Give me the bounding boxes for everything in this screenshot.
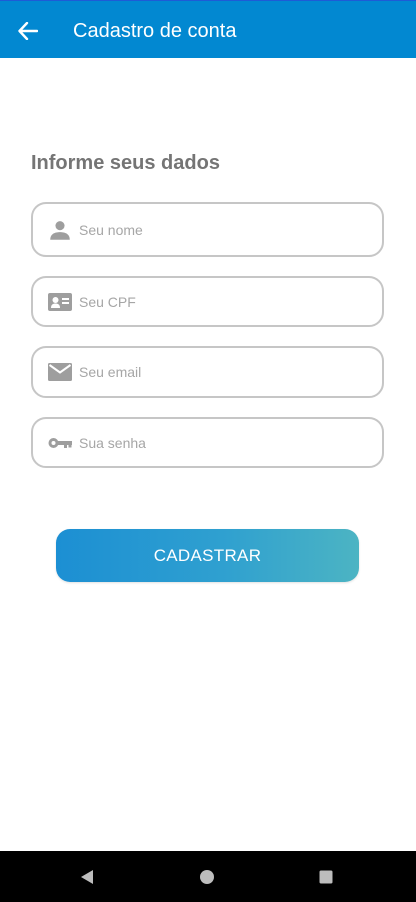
page-title: Cadastro de conta [73,20,237,42]
section-title: Informe seus dados [31,152,220,174]
password-input[interactable] [79,419,369,466]
back-triangle-icon[interactable] [67,851,107,902]
email-icon [47,359,73,385]
password-field[interactable] [31,417,384,468]
key-icon [47,430,73,456]
person-icon [47,217,73,243]
id-card-icon [47,289,73,315]
home-circle-icon[interactable] [187,851,227,902]
email-input[interactable] [79,348,369,396]
recents-square-icon[interactable] [306,851,346,902]
app-bar: Cadastro de conta [0,0,416,58]
system-nav-bar [0,851,416,902]
arrow-left-icon[interactable] [15,18,41,44]
name-input[interactable] [79,204,369,255]
cpf-input[interactable] [79,278,369,325]
name-field[interactable] [31,202,384,257]
register-button[interactable]: CADASTRAR [56,529,359,582]
cpf-field[interactable] [31,276,384,327]
email-field[interactable] [31,346,384,398]
